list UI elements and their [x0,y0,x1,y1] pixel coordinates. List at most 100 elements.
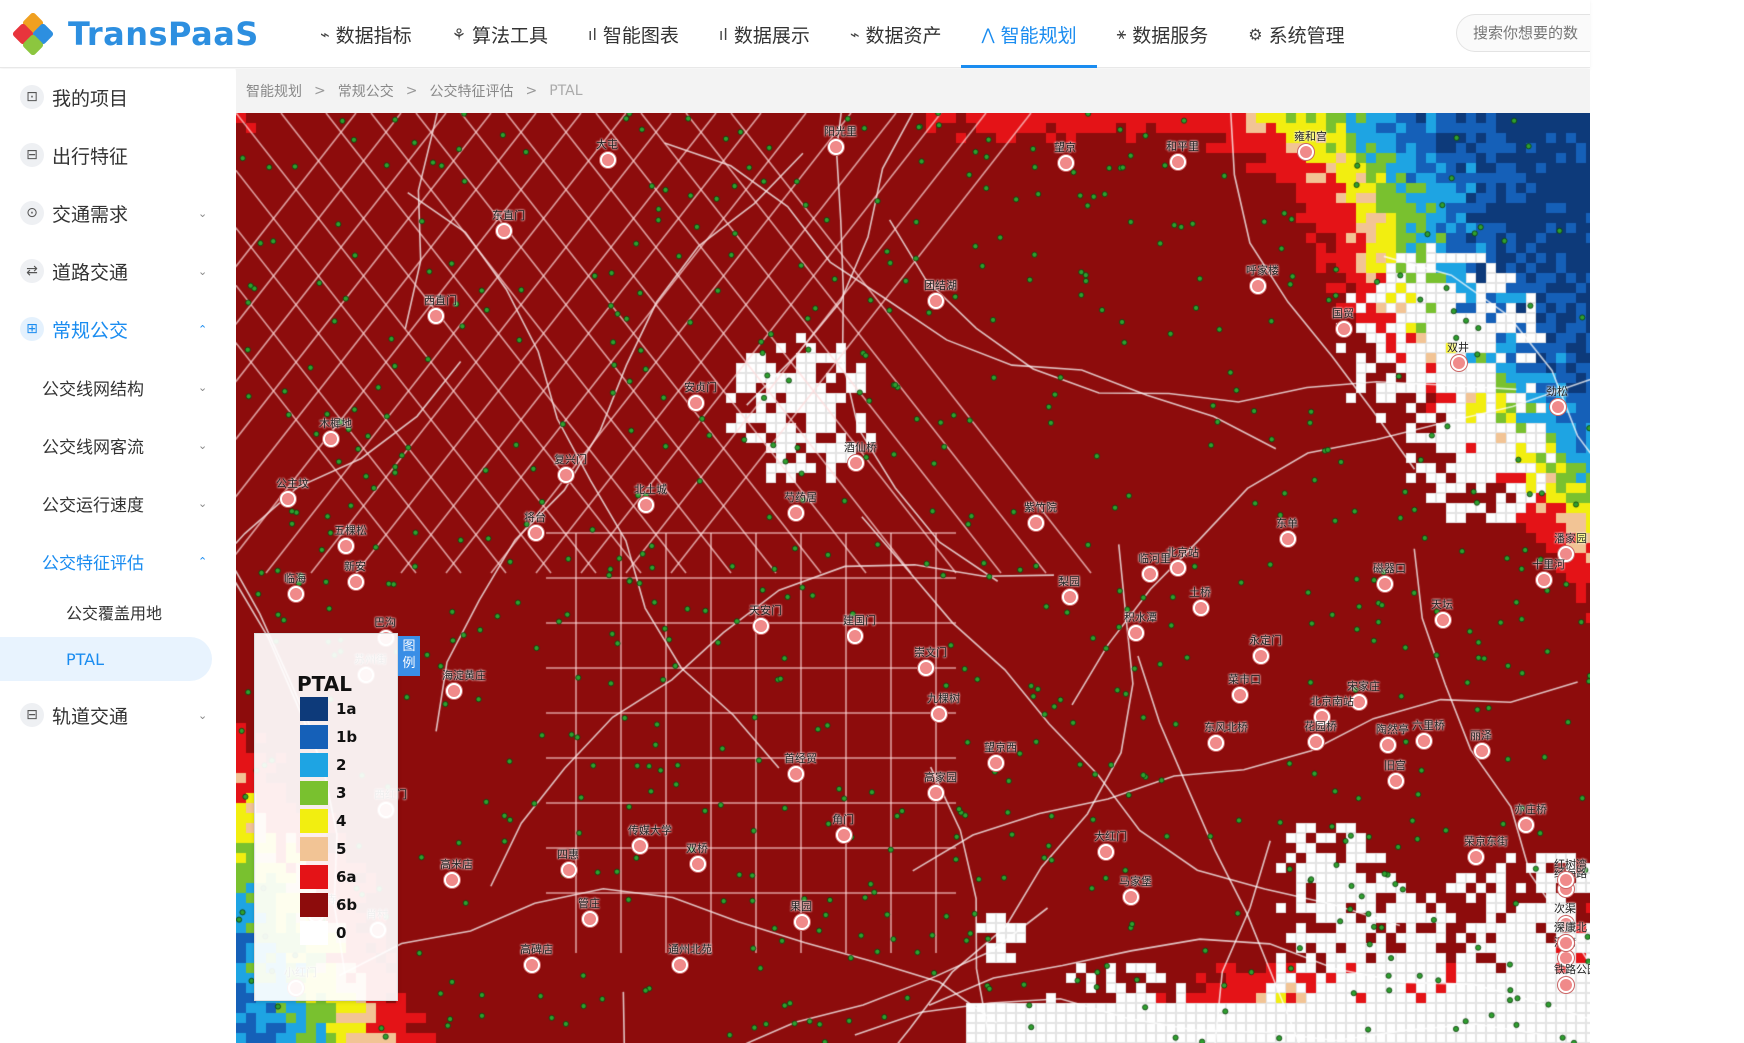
legend-swatch [300,921,328,945]
legend-swatch [300,893,328,917]
breadcrumb-item[interactable]: 公交特征评估 [429,81,513,101]
legend-label: 6b [336,896,358,914]
nav-item-label: 数据展示 [733,24,810,47]
sidebar-item-label: 道路交通 [52,261,129,284]
nav-item-display[interactable]: ıl 数据展示 [699,0,830,68]
ptal-map[interactable]: 阳光里 大屯 望京 和平里 雍和宫 东直门 团结湖 呼家楼 国贸 双井 劲松 潘家园 十里河 西直门 复兴门… [236,113,1590,1043]
breadcrumb-item[interactable]: 智能规划 [246,81,302,101]
sidebar-item-traffic-demand[interactable]: ⊙ 交通需求 ⌄ [0,187,235,239]
settings-icon: ⚙ [1248,24,1263,44]
nav-item-chart[interactable]: ıl 智能图表 [568,0,699,68]
nav-item-assets[interactable]: ⌁ 数据资产 [830,0,962,68]
algorithm-icon: ⚘ [451,24,466,44]
legend-swatch [300,865,328,889]
breadcrumb: 智能规划 > 常规公交 > 公交特征评估 > PTAL [236,69,1590,113]
rail-icon: ⊟ [20,703,44,727]
display-icon: ıl [718,24,728,44]
nav-item-service[interactable]: ⚹ 数据服务 [1097,0,1229,68]
breadcrumb-current: PTAL [549,83,583,99]
sidebar-item-road-traffic[interactable]: ⇄ 道路交通 ⌄ [0,245,235,297]
legend-label: 3 [336,784,347,802]
sidebar-item-regular-bus[interactable]: ⊞ 常规公交 ⌃ [0,303,235,355]
sidebar-subitem-label: 公交运行速度 [42,495,144,516]
travel-icon: ⊟ [20,143,44,167]
legend-label: 6a [336,868,357,886]
logo-icon [12,13,54,55]
sidebar-subitem-bus-network-structure[interactable]: 公交线网结构 ⌄ [0,361,235,413]
legend-item: 1a [300,696,357,722]
legend-swatch [300,725,328,749]
brand-name: TransPaaS [68,15,259,53]
sidebar-subitem-label: 公交特征评估 [42,553,144,574]
legend-toggle-tab[interactable]: 图例 [398,636,420,676]
chevron-down-icon: ⌄ [198,264,208,278]
legend-item: 5 [300,836,346,862]
sidebar-subitem-label: 公交线网结构 [42,379,144,400]
legend-swatch [300,809,328,833]
search-input[interactable] [1456,14,1590,52]
sidebar-leaf-label: PTAL [66,649,105,669]
legend-item: 4 [300,808,346,834]
breadcrumb-separator: > [314,83,326,99]
breadcrumb-separator: > [525,83,538,99]
app-logo[interactable]: TransPaaS [12,10,262,58]
nav-item-label: 系统管理 [1268,24,1345,47]
nav-item-label: 智能图表 [602,24,679,47]
demand-icon: ⊙ [20,201,44,225]
sidebar-item-rail-transit[interactable]: ⊟ 轨道交通 ⌄ [0,689,235,741]
chevron-down-icon: ⌄ [198,708,208,722]
legend-label: 1b [336,728,358,746]
nav-item-label: 数据指标 [335,24,412,47]
legend-swatch [300,837,328,861]
road-icon: ⇄ [20,259,44,283]
legend-item: 0 [300,920,346,946]
sidebar-item-label: 常规公交 [52,319,129,342]
chevron-up-icon: ⌃ [198,554,208,568]
sidebar-leaf-bus-coverage[interactable]: 公交覆盖用地 [0,589,235,635]
legend-swatch [300,781,328,805]
breadcrumb-item[interactable]: 常规公交 [338,81,394,101]
nav-item-settings[interactable]: ⚙ 系统管理 [1228,0,1364,68]
sidebar-item-label: 交通需求 [52,203,129,226]
sidebar-item-label: 轨道交通 [52,705,129,728]
nav-item-label: 智能规划 [1000,24,1077,47]
main-nav: ⌁ 数据指标 ⚘ 算法工具 ıl 智能图表 ıl 数据展示 ⌁ 数据资产 ⋀ 智能规划 ⚹ 数据服务 ⚙ 系统… [300,0,1365,68]
sidebar-item-travel-features[interactable]: ⊟ 出行特征 [0,129,235,181]
nav-item-label: 数据资产 [865,24,942,47]
chart-icon: ıl [588,24,597,44]
ptal-legend: PTAL 1a 1b 2 3 4 5 6a 6b 0 [254,633,398,1001]
legend-item: 2 [300,752,346,778]
legend-swatch [300,697,328,721]
top-navigation-bar: TransPaaS ⌁ 数据指标 ⚘ 算法工具 ıl 智能图表 ıl 数据展示 ⌁ 数据资产 ⋀ 智能… [0,0,1590,68]
legend-item: 1b [300,724,357,750]
sidebar-leaf-label: 公交覆盖用地 [66,604,163,623]
nav-item-metrics[interactable]: ⌁ 数据指标 [300,0,432,68]
chevron-down-icon: ⌄ [198,496,208,510]
legend-item: 6b [300,892,357,918]
sidebar-subitem-bus-evaluation[interactable]: 公交特征评估 ⌃ [0,535,235,587]
nav-item-algorithm[interactable]: ⚘ 算法工具 [432,0,568,68]
sidebar-subitem-bus-network-flow[interactable]: 公交线网客流 ⌄ [0,419,235,471]
sidebar-item-label: 我的项目 [52,87,129,110]
bus-icon: ⊞ [20,317,44,341]
nav-item-label: 数据服务 [1132,24,1209,47]
chevron-up-icon: ⌃ [198,322,208,336]
ptal-grid-canvas[interactable] [236,113,1590,1043]
chevron-down-icon: ⌄ [198,206,208,220]
sidebar-item-label: 出行特征 [52,145,129,168]
sidebar-subitem-label: 公交线网客流 [42,437,144,458]
nav-item-planning[interactable]: ⋀ 智能规划 [961,0,1097,68]
sidebar-subitem-bus-speed[interactable]: 公交运行速度 ⌄ [0,477,235,529]
chevron-down-icon: ⌄ [198,380,208,394]
legend-title: PTAL [297,672,352,696]
legend-label: 1a [336,700,357,718]
sidebar-leaf-ptal[interactable]: PTAL [0,637,212,681]
legend-swatch [300,753,328,777]
sidebar-item-my-projects[interactable]: ⊡ 我的项目 [0,71,235,123]
legend-label: 2 [336,756,347,774]
planning-icon: ⋀ [981,24,995,44]
sidebar: ⊡ 我的项目 ⊟ 出行特征 ⊙ 交通需求 ⌄ ⇄ 道路交通 ⌄ ⊞ 常规公交 ⌃… [0,69,235,1043]
metrics-icon: ⌁ [320,24,330,44]
legend-label: 0 [336,924,347,942]
legend-item: 6a [300,864,357,890]
